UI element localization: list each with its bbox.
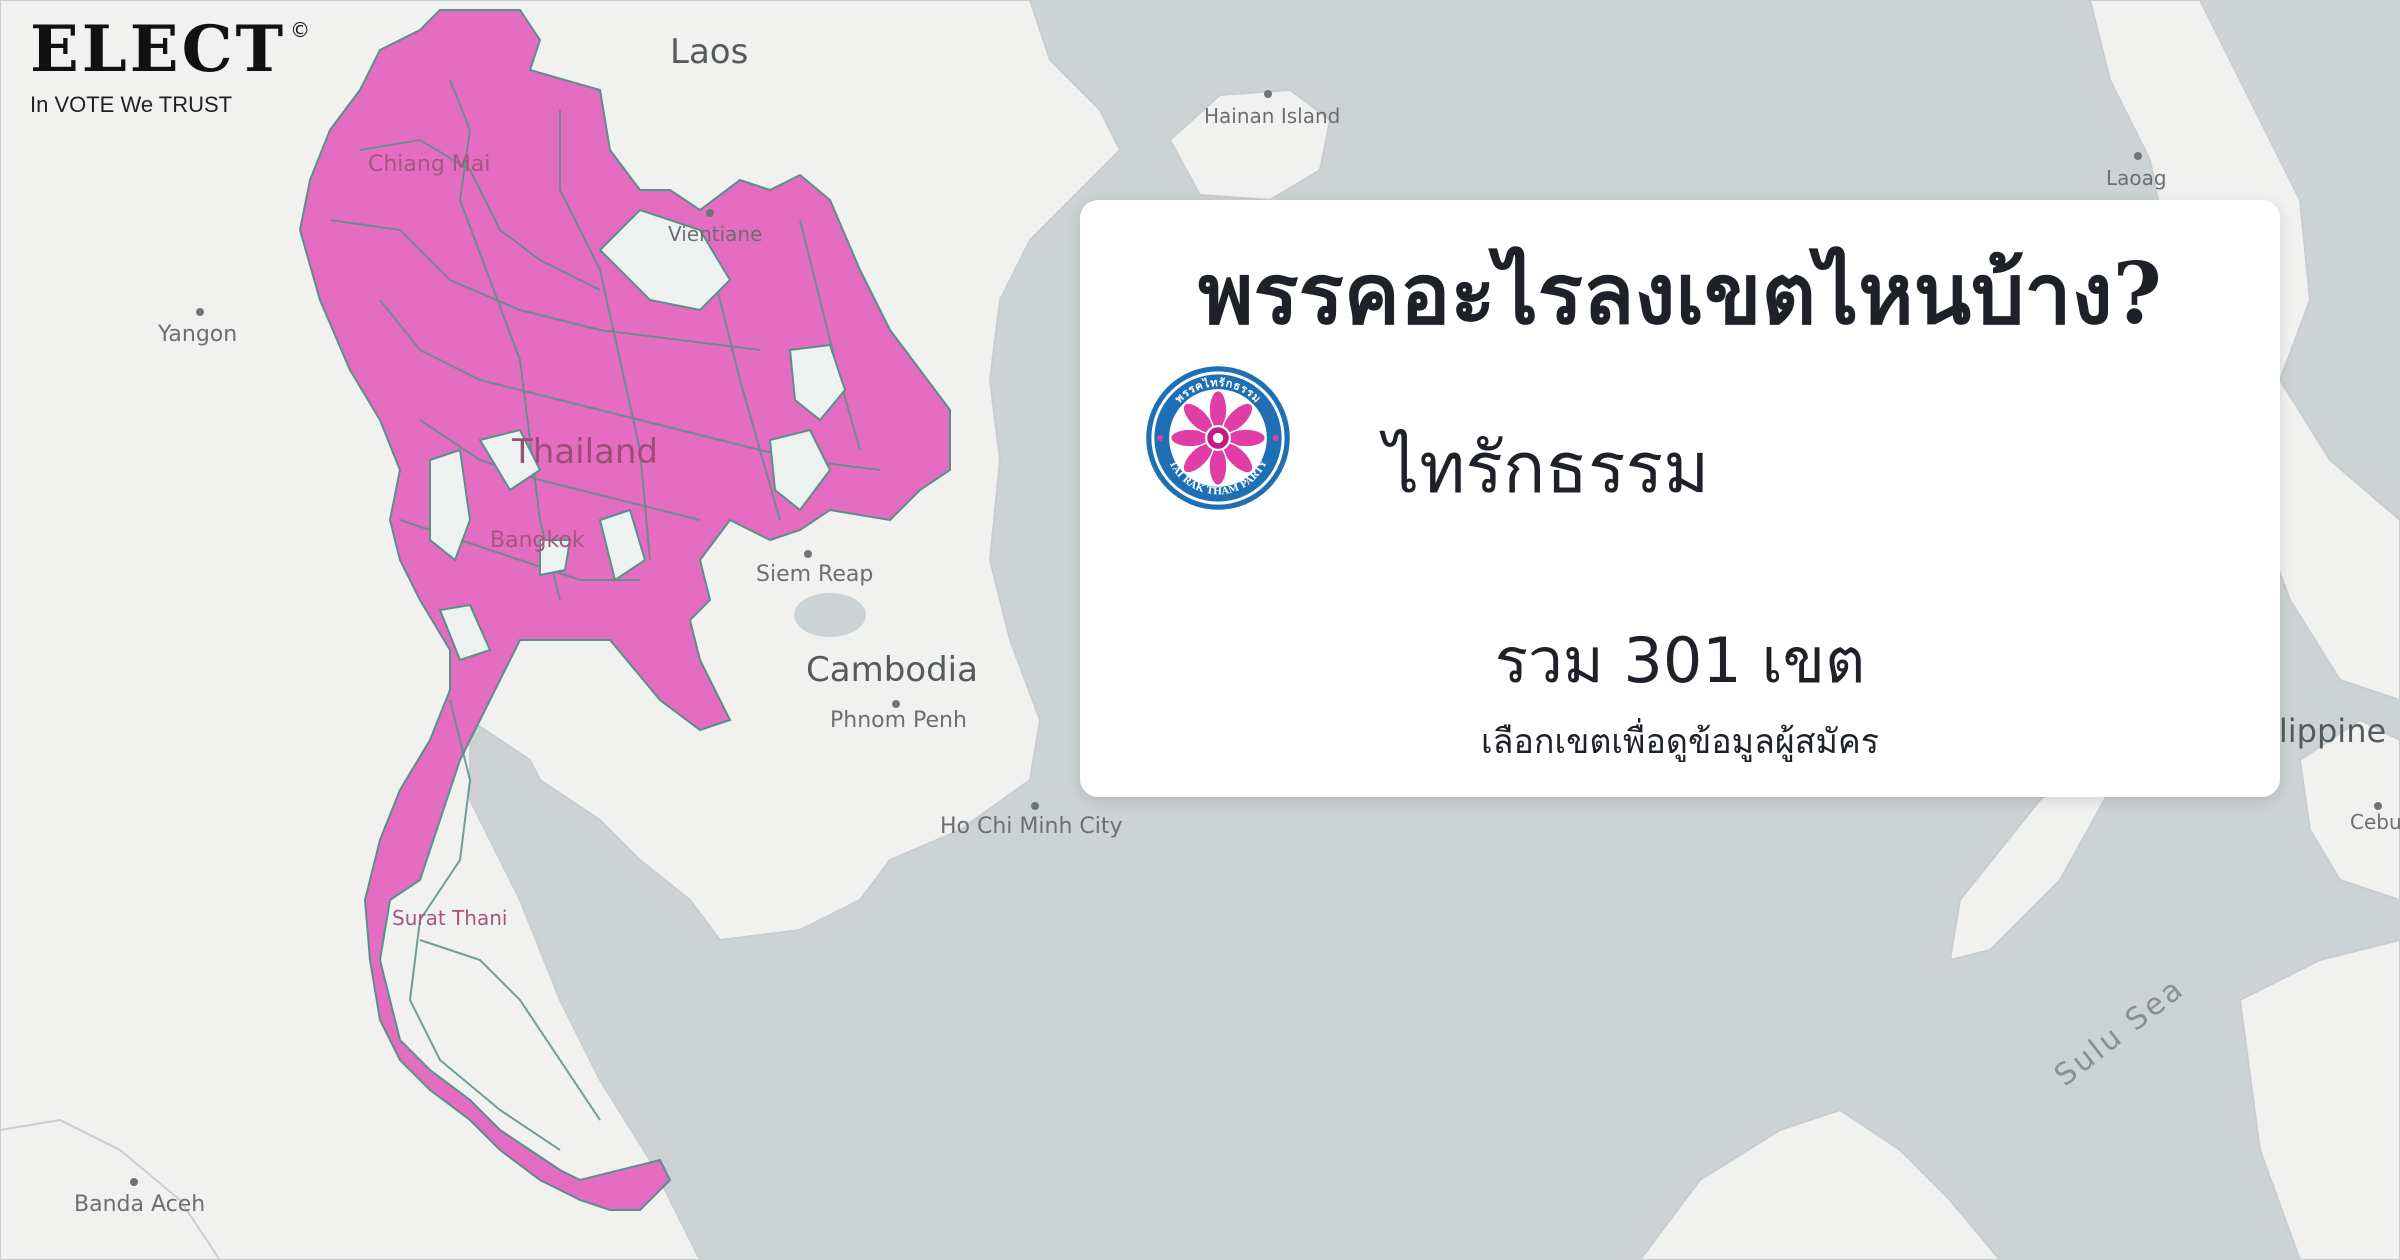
dot-hainan [1264,90,1272,98]
label-cebu: Cebu [2350,810,2400,834]
dot-cebu [2374,802,2382,810]
label-philippines: ilippine [2270,712,2387,750]
tonle-sap-lake [794,593,866,637]
label-banda-aceh: Banda Aceh [74,1192,206,1217]
dot-banda-aceh [130,1178,138,1186]
dot-yangon [196,308,204,316]
dot-vientiane [706,209,714,217]
label-chiang-mai: Chiang Mai [368,152,491,177]
label-vientiane: Vientiane [668,222,763,246]
party-name: ไทรักธรรม [1384,427,1710,509]
label-surat-thani: Surat Thani [392,906,508,930]
label-bangkok: Bangkok [490,528,585,553]
label-phnom-penh: Phnom Penh [830,708,967,733]
dot-siem-reap [804,550,812,558]
label-yangon: Yangon [158,322,238,347]
label-cambodia: Cambodia [806,650,978,690]
brand-header: ELECT © In VOTE We TRUST [30,18,310,118]
select-district-hint: เลือกเขตเพื่อดูข้อมูลผู้สมัคร [1481,722,1879,762]
dot-phnom-penh [892,700,900,708]
party-info-card: พรรคอะไรลงเขตไหนบ้าง? พรรคไทรักธรรม TAI … [1080,200,2280,797]
label-laoag: Laoag [2106,166,2167,190]
card-title: พรรคอะไรลงเขตไหนบ้าง? [1198,244,2162,343]
label-siem-reap: Siem Reap [756,562,874,587]
brand-logo[interactable]: ELECT © [30,18,310,82]
dot-ho-chi-minh [1031,802,1039,810]
dot-laoag [2134,152,2142,160]
district-total: รวม 301 เขต [1494,624,1866,697]
brand-logo-text: ELECT [30,12,287,87]
brand-tagline: In VOTE We TRUST [30,92,233,117]
copyright-mark: © [290,18,311,42]
party-logo-icon: พรรคไทรักธรรม TAI RAK THAM PARTY [1146,366,1290,510]
label-hainan: Hainan Island [1204,104,1341,128]
label-laos: Laos [670,32,749,72]
label-thailand: Thailand [512,432,659,472]
label-ho-chi-minh: Ho Chi Minh City [940,814,1123,839]
